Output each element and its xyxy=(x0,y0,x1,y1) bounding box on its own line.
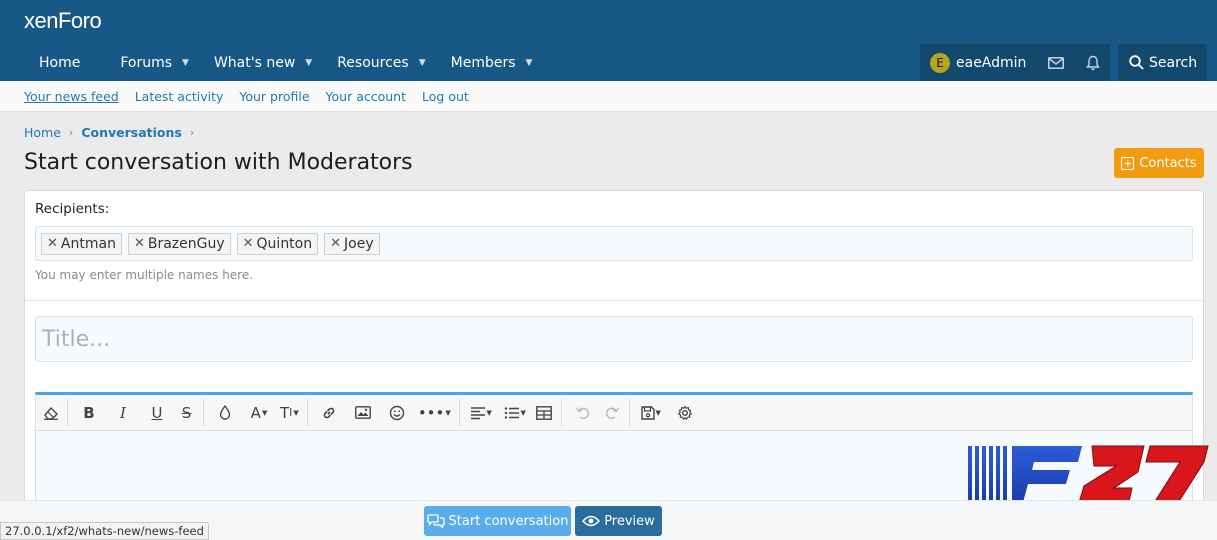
chevron-down-icon[interactable]: ▼ xyxy=(305,58,312,68)
divider xyxy=(25,300,1203,301)
search-icon xyxy=(1129,55,1144,70)
recipient-token: ✕ BrazenGuy xyxy=(127,232,231,255)
recipient-token: ✕ Joey xyxy=(324,232,380,255)
chevron-down-icon[interactable]: ▼ xyxy=(526,58,533,68)
nav-resources[interactable]: Resources ▼ xyxy=(322,44,435,81)
start-conversation-button[interactable]: Start conversation xyxy=(424,506,571,536)
list-icon[interactable]: ▼ xyxy=(502,399,528,427)
preview-button[interactable]: Preview xyxy=(575,506,662,536)
redo-icon[interactable] xyxy=(604,398,630,427)
bell-icon[interactable] xyxy=(1086,55,1101,71)
recipient-token: ✕ Antman xyxy=(41,232,122,255)
nav-whats-new-label: What's new xyxy=(213,54,296,71)
recipient-name: BrazenGuy xyxy=(147,235,225,252)
chevron-down-icon[interactable]: ▼ xyxy=(182,58,189,68)
subnav-log-out[interactable]: Log out xyxy=(422,89,469,104)
eraser-icon[interactable] xyxy=(42,398,68,427)
search-label: Search xyxy=(1149,54,1198,71)
search-button[interactable]: Search xyxy=(1118,44,1207,81)
contacts-button[interactable]: + Contacts xyxy=(1114,148,1204,178)
recipients-hint: You may enter multiple names here. xyxy=(35,268,254,282)
recipients-label: Recipients: xyxy=(35,201,110,217)
nav-home-label: Home xyxy=(39,54,81,71)
italic-icon[interactable]: I xyxy=(110,399,136,427)
recipient-token: ✕ Quinton xyxy=(236,232,319,255)
font-family-icon[interactable]: A ▼ xyxy=(246,399,272,427)
underline-icon[interactable]: U xyxy=(144,399,170,427)
title-input[interactable]: Title... xyxy=(35,316,1193,362)
font-size-icon[interactable]: T I ▼ xyxy=(280,398,308,427)
recipient-name: Quinton xyxy=(256,235,313,252)
table-icon[interactable] xyxy=(536,398,562,427)
chevron-right-icon: › xyxy=(68,126,74,139)
chevron-right-icon: › xyxy=(189,126,195,139)
recipients-input[interactable]: ✕ Antman ✕ BrazenGuy ✕ Quinton ✕ Joey xyxy=(35,226,1193,261)
remove-icon[interactable]: ✕ xyxy=(330,236,341,251)
chevron-down-icon[interactable]: ▼ xyxy=(419,58,426,68)
recipient-name: Joey xyxy=(344,235,374,252)
breadcrumb-conversations[interactable]: Conversations xyxy=(81,125,182,140)
remove-icon[interactable]: ✕ xyxy=(243,236,254,251)
breadcrumb-home[interactable]: Home xyxy=(24,125,61,140)
site-logo[interactable]: xenForo xyxy=(24,8,102,34)
editor-toolbar: B I U S A ▼ T I ▼ ••• ▼ ▼ ▼ ▼ xyxy=(36,395,1192,431)
remove-icon[interactable]: ✕ xyxy=(47,236,58,251)
remove-icon[interactable]: ✕ xyxy=(134,236,145,251)
nav-forums[interactable]: Forums ▼ xyxy=(105,44,199,81)
subnav-news-feed[interactable]: Your news feed xyxy=(24,89,119,104)
save-draft-icon[interactable]: ▼ xyxy=(638,399,664,427)
envelope-icon[interactable] xyxy=(1048,56,1065,69)
more-options-icon[interactable]: ••• ▼ xyxy=(418,398,460,427)
breadcrumb: Home › Conversations › xyxy=(24,125,202,140)
page-title: Start conversation with Moderators xyxy=(24,150,413,175)
strikethrough-icon[interactable]: S xyxy=(178,398,204,427)
site-header: xenForo Home Forums ▼ What's new ▼ Resourc… xyxy=(0,0,1217,81)
subnav-your-account[interactable]: Your account xyxy=(326,89,406,104)
nav-home[interactable]: Home xyxy=(24,44,95,81)
subnav-your-profile[interactable]: Your profile xyxy=(239,89,309,104)
eye-icon xyxy=(582,515,601,527)
nav-resources-label: Resources xyxy=(337,54,409,71)
username[interactable]: eaeAdmin xyxy=(956,55,1026,71)
recipient-name: Antman xyxy=(60,235,116,252)
nav-whats-new[interactable]: What's new ▼ xyxy=(199,44,322,81)
image-icon[interactable] xyxy=(350,399,376,427)
plus-square-icon: + xyxy=(1121,156,1135,170)
bold-icon[interactable]: B xyxy=(76,399,102,427)
preview-label: Preview xyxy=(604,513,655,529)
user-area: E eaeAdmin xyxy=(920,44,1110,81)
comments-icon xyxy=(426,514,445,528)
main-nav: Home Forums ▼ What's new ▼ Resources ▼ Memb… xyxy=(24,44,542,81)
nav-forums-label: Forums xyxy=(120,54,173,71)
link-icon[interactable] xyxy=(316,399,342,427)
avatar[interactable]: E xyxy=(930,52,950,73)
subnav-latest-activity[interactable]: Latest activity xyxy=(135,89,224,104)
nav-members[interactable]: Members ▼ xyxy=(436,44,543,81)
smiley-icon[interactable] xyxy=(384,399,410,427)
status-bar-url: 27.0.0.1/xf2/whats-new/news-feed xyxy=(0,522,209,540)
align-icon[interactable]: ▼ xyxy=(468,399,494,427)
undo-icon[interactable] xyxy=(570,399,596,427)
start-conversation-label: Start conversation xyxy=(448,513,569,529)
sub-nav: Your news feed Latest activity Your prof… xyxy=(0,81,1217,112)
contacts-label: Contacts xyxy=(1139,155,1197,171)
nav-members-label: Members xyxy=(450,54,516,71)
gear-icon[interactable] xyxy=(672,399,698,427)
color-drop-icon[interactable] xyxy=(212,399,238,427)
